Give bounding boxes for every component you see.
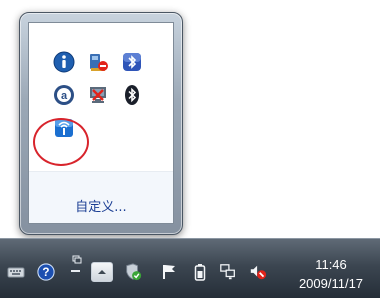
highlight-circle (33, 118, 89, 166)
language-bar-icon[interactable] (65, 255, 87, 281)
keyboard-icon[interactable] (7, 263, 25, 281)
security-shield-icon[interactable] (124, 263, 142, 281)
network-icon[interactable] (219, 263, 237, 281)
clock-time: 11:46 (315, 257, 347, 272)
svg-text:a: a (61, 90, 68, 102)
bluetooth-icon[interactable] (120, 83, 144, 107)
network-disconnected-icon[interactable] (86, 83, 110, 107)
pc-warning-icon[interactable] (86, 50, 110, 74)
chevron-up-icon (98, 270, 106, 274)
action-center-flag-icon[interactable] (160, 263, 178, 281)
taskbar-clock[interactable]: 11:46 2009/11/17 (286, 255, 376, 293)
info-icon[interactable] (52, 50, 76, 74)
battery-icon[interactable] (191, 263, 209, 281)
popup-footer: 自定义... (29, 172, 173, 223)
clock-date: 2009/11/17 (298, 276, 364, 291)
show-hidden-icons-button[interactable] (91, 262, 113, 282)
volume-muted-icon[interactable] (249, 263, 267, 281)
customize-link[interactable]: 自定义... (29, 196, 173, 215)
update-a-icon[interactable]: a (52, 83, 76, 107)
help-icon[interactable]: ? (37, 263, 55, 281)
bluetooth-blue-icon[interactable] (120, 50, 144, 74)
svg-text:?: ? (42, 266, 49, 279)
taskbar: ? 11:46 2009/11/17 (0, 238, 380, 298)
